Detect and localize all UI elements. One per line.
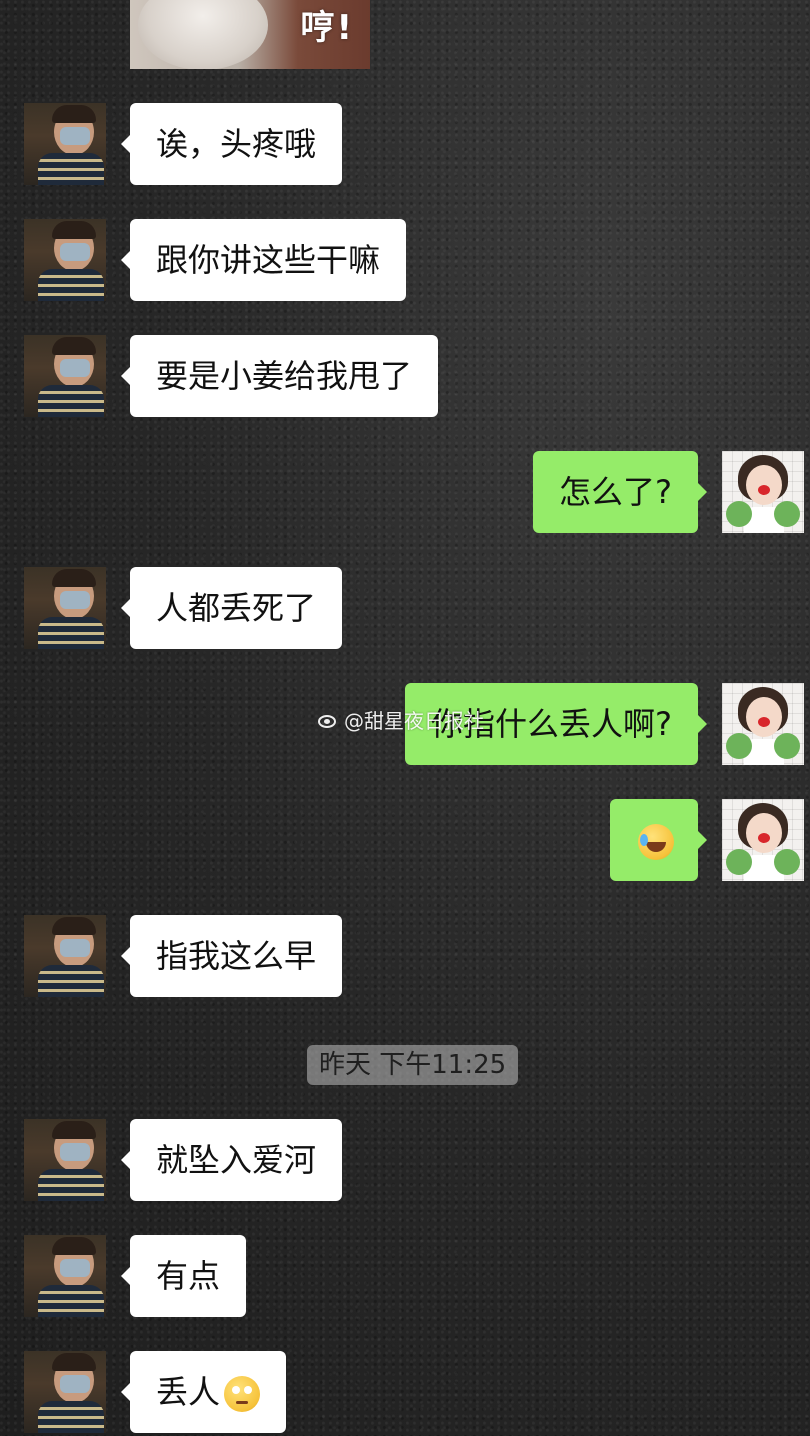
- contact-avatar[interactable]: [24, 335, 106, 417]
- message-text: 诶，头疼哦: [156, 125, 317, 163]
- message-text: 跟你讲这些干嘛: [156, 241, 381, 279]
- message-text: 人都丢死了: [156, 589, 317, 627]
- message-bubble[interactable]: 指我这么早: [120, 915, 343, 997]
- sticker-text: 哼!: [300, 8, 354, 48]
- self-avatar[interactable]: [722, 799, 804, 881]
- message-bubble-self[interactable]: 怎么了?: [533, 451, 707, 533]
- message-bubble-self[interactable]: [610, 799, 707, 881]
- contact-avatar[interactable]: [24, 103, 106, 185]
- message-text: 指我这么早: [156, 937, 317, 975]
- contact-avatar[interactable]: [24, 1119, 106, 1201]
- contact-avatar[interactable]: [24, 1351, 106, 1433]
- rolling-on-floor-laughing-emoji: [638, 824, 674, 860]
- message-bubble[interactable]: 跟你讲这些干嘛: [120, 219, 407, 301]
- message-bubble[interactable]: 人都丢死了: [120, 567, 343, 649]
- self-avatar[interactable]: [722, 451, 804, 533]
- weibo-icon: [316, 710, 340, 730]
- timestamp-label: 昨天 下午11:25: [307, 1045, 519, 1085]
- message-text: 丢人: [156, 1373, 221, 1411]
- contact-avatar[interactable]: [24, 1235, 106, 1317]
- contact-avatar[interactable]: [24, 915, 106, 997]
- message-bubble[interactable]: 就坠入爱河: [120, 1119, 343, 1201]
- contact-avatar[interactable]: [24, 219, 106, 301]
- message-bubble[interactable]: 有点: [120, 1235, 247, 1317]
- sticker-image[interactable]: 哼!: [130, 0, 370, 69]
- watermark-text: @甜星夜日报社: [344, 709, 484, 733]
- message-text: 要是小姜给我甩了: [156, 357, 413, 395]
- self-avatar[interactable]: [722, 683, 804, 765]
- message-text: 有点: [156, 1257, 221, 1295]
- cat-picture: [138, 0, 268, 69]
- message-bubble[interactable]: 要是小姜给我甩了: [120, 335, 439, 417]
- message-bubble[interactable]: 丢人: [120, 1351, 287, 1433]
- weibo-watermark: @甜星夜日报社: [316, 705, 484, 734]
- rolling-eyes-emoji: [224, 1376, 261, 1412]
- message-text: 怎么了?: [559, 473, 672, 511]
- contact-avatar[interactable]: [24, 567, 106, 649]
- message-text: 就坠入爱河: [156, 1141, 317, 1179]
- message-bubble[interactable]: 诶，头疼哦: [120, 103, 343, 185]
